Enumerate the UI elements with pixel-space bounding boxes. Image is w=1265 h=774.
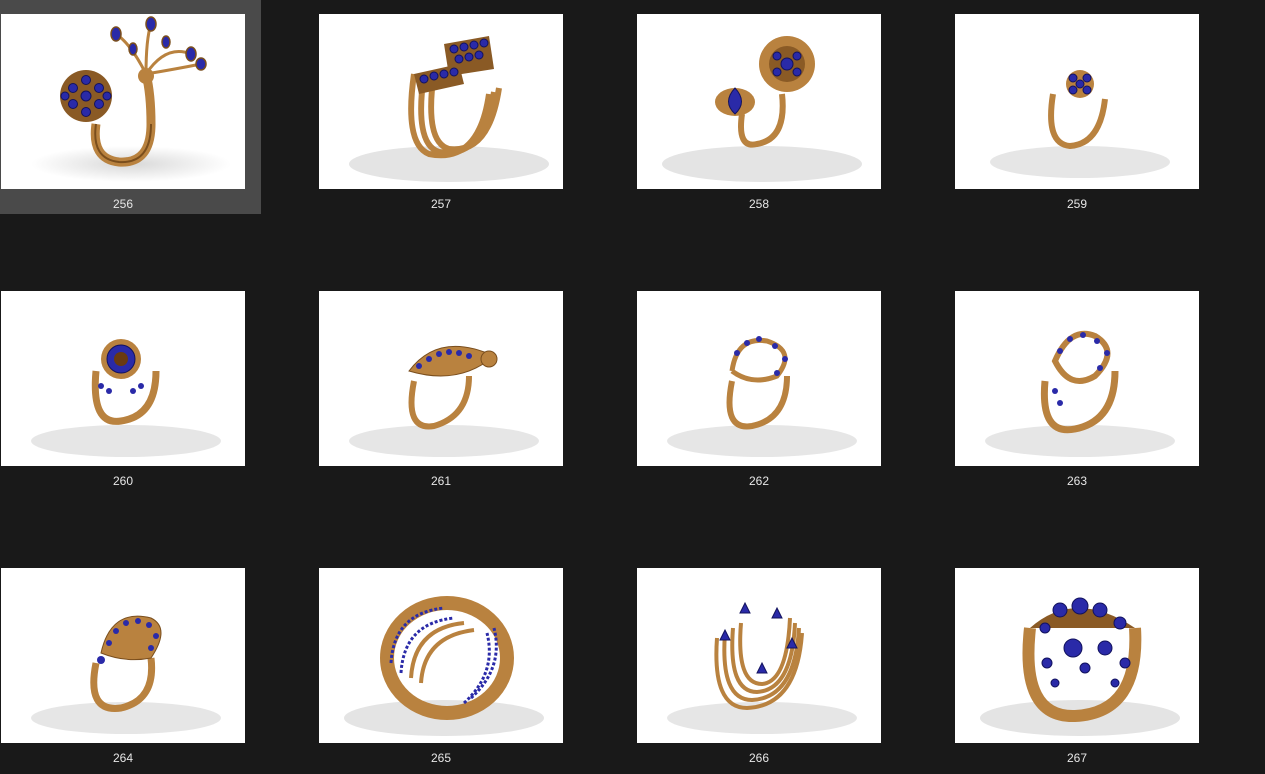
ring-fan-pave-icon (31, 615, 221, 734)
thumbnail-caption: 264 (112, 751, 134, 765)
thumbnail-caption: 265 (430, 751, 452, 765)
thumbnail-image (1, 291, 245, 466)
thumbnail-image (955, 568, 1199, 743)
thumbnail-image (319, 291, 563, 466)
thumbnail-tile[interactable]: 266 (636, 554, 897, 768)
thumbnail-caption: 262 (748, 474, 770, 488)
thumbnail-caption: 256 (112, 197, 134, 211)
ring-floral-cluster-icon (980, 597, 1180, 736)
thumbnail-caption: 261 (430, 474, 452, 488)
thumbnail-caption: 258 (748, 197, 770, 211)
thumbnail-tile[interactable]: 256 (0, 0, 261, 214)
thumbnail-image (955, 291, 1199, 466)
thumbnail-tile[interactable]: 262 (636, 277, 897, 491)
thumbnail-image (1, 568, 245, 743)
thumbnail-caption: 259 (1066, 197, 1088, 211)
thumbnail-caption: 266 (748, 751, 770, 765)
ring-halo-icon (31, 339, 221, 457)
thumbnail-image (1, 14, 245, 189)
ring-small-flower-icon (990, 70, 1170, 178)
ring-flower-pear-icon (662, 36, 862, 182)
ring-stacked-star-icon (667, 601, 857, 734)
thumbnail-image (637, 568, 881, 743)
thumbnail-tile[interactable]: 261 (318, 277, 579, 491)
thumbnail-tile[interactable]: 260 (0, 277, 261, 491)
thumbnail-caption: 260 (112, 474, 134, 488)
thumbnail-image (637, 291, 881, 466)
ring-multi-band-icon (349, 36, 549, 182)
ring-wide-band-icon (344, 596, 544, 736)
thumbnail-caption: 267 (1066, 751, 1088, 765)
ring-leaf-icon (349, 345, 539, 457)
thumbnail-caption: 263 (1066, 474, 1088, 488)
thumbnail-image (955, 14, 1199, 189)
thumbnail-tile[interactable]: 258 (636, 0, 897, 214)
thumbnail-tile[interactable]: 263 (954, 277, 1215, 491)
thumbnail-tile[interactable]: 265 (318, 554, 579, 768)
thumbnail-tile[interactable]: 264 (0, 554, 261, 768)
thumbnail-image (319, 14, 563, 189)
thumbnail-grid: 256 257 258 259 260 261 262 263 264 265 … (0, 0, 1265, 774)
thumbnail-image (637, 14, 881, 189)
ring-swirl-icon (667, 336, 857, 457)
thumbnail-image (319, 568, 563, 743)
ring-flower-open-icon (31, 16, 231, 182)
ring-wave-pave-icon (985, 330, 1175, 457)
thumbnail-tile[interactable]: 267 (954, 554, 1215, 768)
thumbnail-caption: 257 (430, 197, 452, 211)
thumbnail-tile[interactable]: 259 (954, 0, 1215, 214)
thumbnail-tile[interactable]: 257 (318, 0, 579, 214)
